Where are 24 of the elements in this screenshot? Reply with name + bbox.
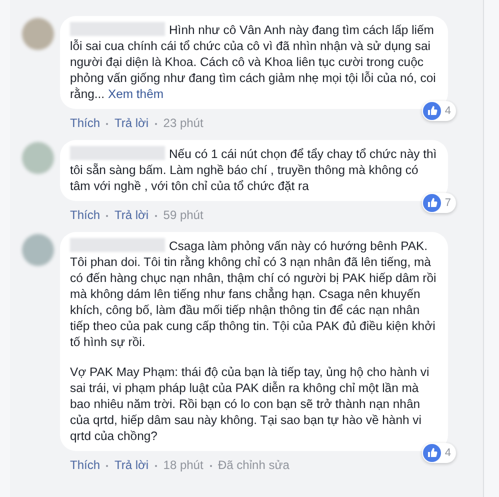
reply-link[interactable]: Trả lời — [114, 208, 149, 222]
blurred-name[interactable] — [70, 22, 165, 36]
comment-time[interactable]: 18 phút — [163, 458, 204, 472]
comment-text: Hình như cô Vân Anh này đang tìm cách lấp liếm lỗi sai cua chính cái tổ chức của cô vì đã nhìn nhận và sử dụng sai người đại diện là Khoa. Cách cô và Khoa liên tục cười trong cuộc phỏng vấn giống như đang tìm cách giảm nhẹ mọi tội lỗi của nó, coi rằng... Xem thêm — [70, 22, 437, 102]
reaction-count[interactable]: 4 — [422, 443, 456, 463]
reaction-count[interactable]: 7 — [422, 193, 456, 213]
comment-time[interactable]: 59 phút — [163, 208, 204, 222]
reply-link[interactable]: Trả lời — [114, 116, 149, 130]
avatar-icon[interactable] — [22, 18, 54, 50]
like-link[interactable]: Thích — [70, 208, 100, 222]
edited-label[interactable]: Đã chỉnh sửa — [218, 458, 290, 472]
blurred-name[interactable] — [70, 238, 165, 252]
like-link[interactable]: Thích — [70, 458, 100, 472]
blurred-name[interactable] — [70, 146, 165, 160]
like-link[interactable]: Thích — [70, 116, 100, 130]
see-more-link[interactable]: Xem thêm — [108, 87, 164, 101]
comment-text: Csaga làm phỏng vấn này có hướng bênh PAK. Tôi phan doi. Tôi tin rằng không chỉ có 3 nạn nhân đã lên tiếng, mà có đến hàng chục nạn nhân, thậm chí có người bị PAK hiếp dâm rồi mà không dám lên tiếng như fans chẳng hạn. Csaga nên khuyến khích, công bố, làm đầu mối tiếp nhận thông tin để các nạn nhân tiếp theo của pak cung cấp thông tin. Tội của PAK đủ điều kiện khởi tố hình sự rồi. — [70, 238, 438, 350]
avatar-icon[interactable] — [22, 142, 54, 174]
reaction-count[interactable]: 4 — [422, 101, 456, 121]
avatar-icon[interactable] — [22, 234, 54, 266]
reply-link[interactable]: Trả lời — [114, 458, 149, 472]
comment-time[interactable]: 23 phút — [163, 116, 204, 130]
comment-text: Nếu có 1 cái nút chọn để tẩy chay tổ chức này thì tôi sẵn sàng bấm. Làm nghề báo chí , truyền thông mà không có tâm với nghề , với tôn chỉ của tổ chức đặt ra — [70, 146, 438, 194]
comment-text: Vợ PAK May Phạm: thái độ của bạn là tiếp tay, ủng hộ cho hành vi sai trái, vi phạm pháp luật của PAK diễn ra không chỉ một lần mà bao nhiêu năm trời. Rồi bạn có lo con bạn sẽ trở thành nạn nhân của qrtd, hiếp dâm sau này không. Tại sao bạn tự hào về hành vi qrtd của chồng? — [70, 364, 430, 444]
